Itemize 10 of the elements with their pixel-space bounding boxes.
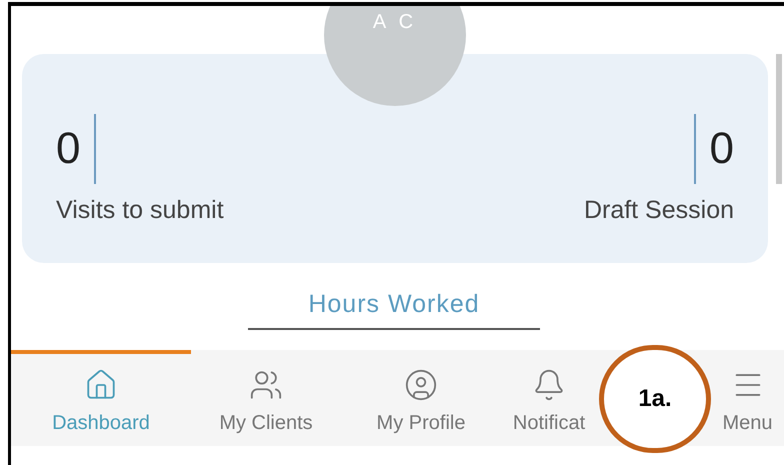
- visits-label: Visits to submit: [56, 195, 224, 226]
- tab[interactable]: Dashboard: [11, 350, 191, 446]
- tab[interactable]: Notificat: [501, 350, 597, 446]
- hours-worked-heading[interactable]: Hours Worked: [308, 286, 480, 324]
- drafts-count: 0: [710, 123, 734, 175]
- drafts-label: Draft Session: [584, 195, 734, 226]
- tab[interactable]: My Profile: [341, 350, 501, 446]
- visits-count: 0: [56, 123, 80, 175]
- tab[interactable]: Menu: [711, 350, 784, 446]
- tab[interactable]: My Clients: [191, 350, 341, 446]
